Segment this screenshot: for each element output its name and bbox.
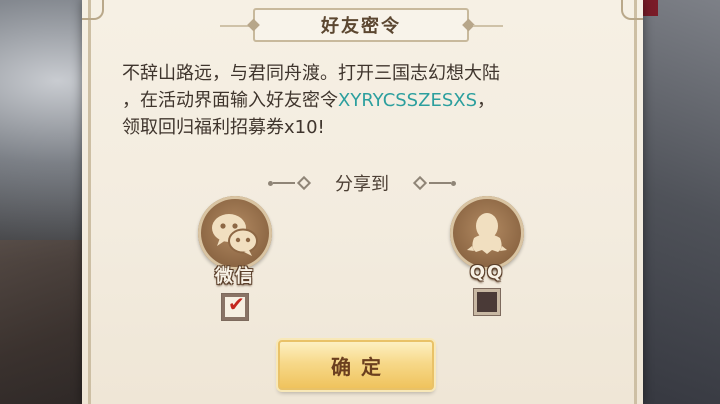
share-label: 分享到 xyxy=(335,174,389,195)
panel-border-right xyxy=(634,0,637,404)
dialog-title: 好友密令 xyxy=(321,16,401,37)
checkmark-icon: ✔ xyxy=(228,292,245,316)
ornament-left-icon xyxy=(268,175,313,191)
share-header: 分享到 xyxy=(252,170,472,196)
confirm-button[interactable]: 确定 xyxy=(278,340,434,390)
message-line-1: 不辞山路远，与君同舟渡。打开三国志幻想大陆 xyxy=(122,63,500,84)
background-scenery-right xyxy=(630,0,720,404)
qq-icon[interactable] xyxy=(450,196,524,270)
title-ornament-right xyxy=(473,25,503,27)
wechat-checkbox[interactable]: ✔ xyxy=(222,294,248,320)
wechat-label: 微信 xyxy=(215,266,255,287)
qq-checkbox[interactable] xyxy=(474,289,500,315)
title-ornament-left xyxy=(220,25,250,27)
invite-code[interactable]: XYRYCSSZESXS xyxy=(338,90,477,111)
qq-label: QQ xyxy=(469,262,505,283)
share-option-wechat[interactable]: 微信 ✔ xyxy=(190,196,280,320)
message-line-2-end: ， xyxy=(477,90,495,111)
share-dialog: 好友密令 不辞山路远，与君同舟渡。打开三国志幻想大陆 ，在活动界面输入好友密令X… xyxy=(82,0,643,404)
wechat-icon[interactable] xyxy=(198,196,272,270)
dialog-title-plate: 好友密令 xyxy=(253,8,469,42)
share-option-qq[interactable]: QQ xyxy=(442,196,532,315)
background-scenery-left xyxy=(0,240,90,404)
ornament-right-icon xyxy=(411,175,456,191)
panel-border-left xyxy=(88,0,91,404)
panel-corner-right xyxy=(621,0,643,20)
message-line-3: 领取回归福利招募券x10! xyxy=(122,117,325,138)
message-line-2: ，在活动界面输入好友密令 xyxy=(122,90,338,111)
panel-corner-left xyxy=(82,0,104,20)
invite-message: 不辞山路远，与君同舟渡。打开三国志幻想大陆 ，在活动界面输入好友密令XYRYCS… xyxy=(122,60,612,141)
